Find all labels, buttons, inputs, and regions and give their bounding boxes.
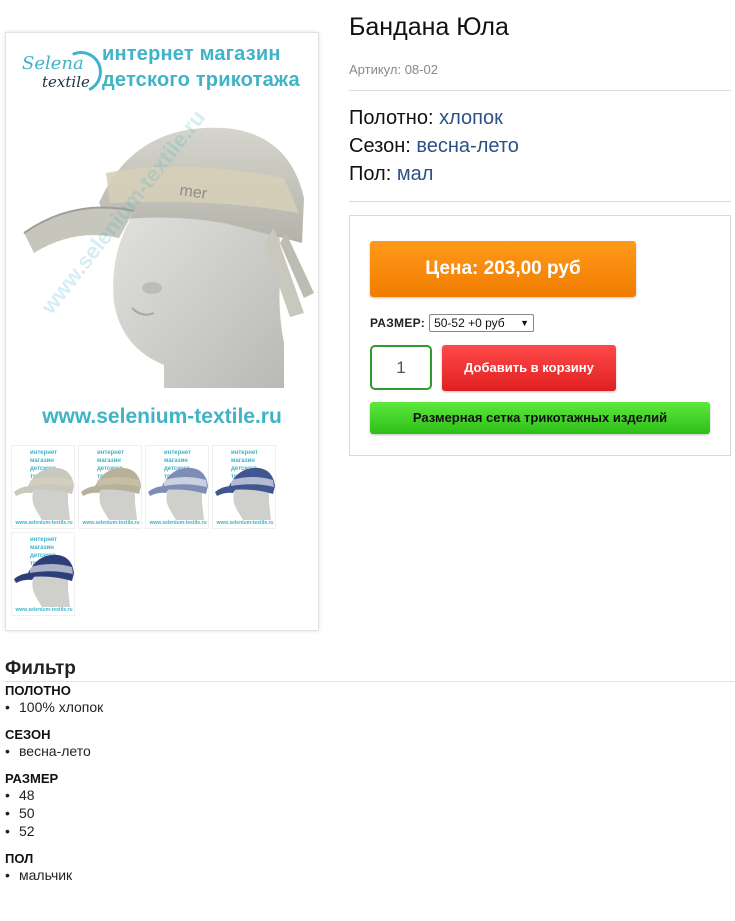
thumbnail-logo xyxy=(215,452,231,458)
thumbnail-cap-image xyxy=(148,467,208,520)
size-select[interactable]: 50-52 +0 руб ▼ xyxy=(429,314,535,332)
divider xyxy=(5,681,735,682)
divider xyxy=(349,90,731,91)
quantity-input[interactable]: 1 xyxy=(370,345,432,390)
add-to-cart-button[interactable]: Добавить в корзину xyxy=(442,345,616,391)
thumbnail[interactable]: интернет магазиндетского трикотажаwww.se… xyxy=(145,445,209,529)
attribute-label: Полотно: xyxy=(349,107,434,129)
size-selector-row: РАЗМЕР: 50-52 +0 руб ▼ xyxy=(370,313,535,333)
thumbnail[interactable]: интернет магазиндетского трикотажаwww.se… xyxy=(212,445,276,529)
filter-option[interactable]: • 100% хлопок xyxy=(5,699,103,715)
product-title: Бандана Юла xyxy=(349,13,509,41)
attribute-fabric: Полотно: хлопок xyxy=(349,107,503,130)
attribute-value-link[interactable]: хлопок xyxy=(439,107,503,129)
thumbnail-url: www.selenium-textile.ru xyxy=(15,520,73,526)
dropdown-arrow-icon: ▼ xyxy=(520,318,530,328)
filter-option[interactable]: • 50 xyxy=(5,805,35,821)
thumbnail-cap-image xyxy=(14,554,74,607)
thumbnail[interactable]: интернет магазиндетского трикотажаwww.se… xyxy=(78,445,142,529)
filter-option[interactable]: • 48 xyxy=(5,787,35,803)
attribute-season: Сезон: весна-лето xyxy=(349,135,519,158)
shop-title-line2: детского трикотажа xyxy=(102,69,300,91)
thumbnail-logo xyxy=(14,452,30,458)
thumbnail-cap-image xyxy=(215,467,275,520)
filter-group-title: СЕЗОН xyxy=(5,727,51,742)
filter-option[interactable]: • мальчик xyxy=(5,867,72,883)
filter-option[interactable]: • 52 xyxy=(5,823,35,839)
attribute-value-link[interactable]: весна-лето xyxy=(416,135,519,157)
thumbnail[interactable]: интернет магазиндетского трикотажаwww.se… xyxy=(11,532,75,616)
thumbnail-logo xyxy=(14,539,30,545)
product-sku: Артикул: 08-02 xyxy=(349,62,438,77)
product-gallery: Selena textile интернет магазин детского… xyxy=(5,32,319,631)
thumbnail-url: www.selenium-textile.ru xyxy=(149,520,207,526)
thumbnail-logo xyxy=(148,452,164,458)
price-button[interactable]: Цена: 203,00 руб xyxy=(370,241,636,297)
thumbnail-url: www.selenium-textile.ru xyxy=(216,520,274,526)
thumbnail-logo xyxy=(81,452,97,458)
filter-title: Фильтр xyxy=(5,658,76,679)
brand-name: Selena xyxy=(22,53,84,74)
attribute-value-link[interactable]: мал xyxy=(397,163,434,185)
attribute-label: Пол: xyxy=(349,163,392,185)
size-chart-button[interactable]: Размерная сетка трикотажных изделий xyxy=(370,402,710,434)
brand-logo: Selena textile xyxy=(20,45,108,99)
shop-title: интернет магазин детского трикотажа xyxy=(102,41,300,93)
thumbnail-url: www.selenium-textile.ru xyxy=(82,520,140,526)
shop-title-line1: интернет магазин xyxy=(102,43,281,65)
size-label: РАЗМЕР: xyxy=(370,316,426,330)
brand-sub: textile xyxy=(42,73,90,91)
filter-group-title: ПОЛОТНО xyxy=(5,683,71,698)
thumbnail-cap-image xyxy=(14,467,74,520)
attribute-label: Сезон: xyxy=(349,135,411,157)
attribute-gender: Пол: мал xyxy=(349,163,433,186)
main-product-image[interactable]: Selena textile интернет магазин детского… xyxy=(6,33,318,441)
thumbnail-url: www.selenium-textile.ru xyxy=(15,607,73,613)
thumbnail[interactable]: интернет магазиндетского трикотажаwww.se… xyxy=(11,445,75,529)
thumbnail-cap-image xyxy=(81,467,141,520)
size-selected-value: 50-52 +0 руб xyxy=(434,316,505,330)
site-url: www.selenium-textile.ru xyxy=(42,405,282,428)
divider xyxy=(349,201,731,202)
purchase-box: Цена: 203,00 руб РАЗМЕР: 50-52 +0 руб ▼ … xyxy=(349,215,731,456)
filter-group-title: РАЗМЕР xyxy=(5,771,59,786)
filter-option[interactable]: • весна-лето xyxy=(5,743,91,759)
filter-group-title: ПОЛ xyxy=(5,851,34,866)
